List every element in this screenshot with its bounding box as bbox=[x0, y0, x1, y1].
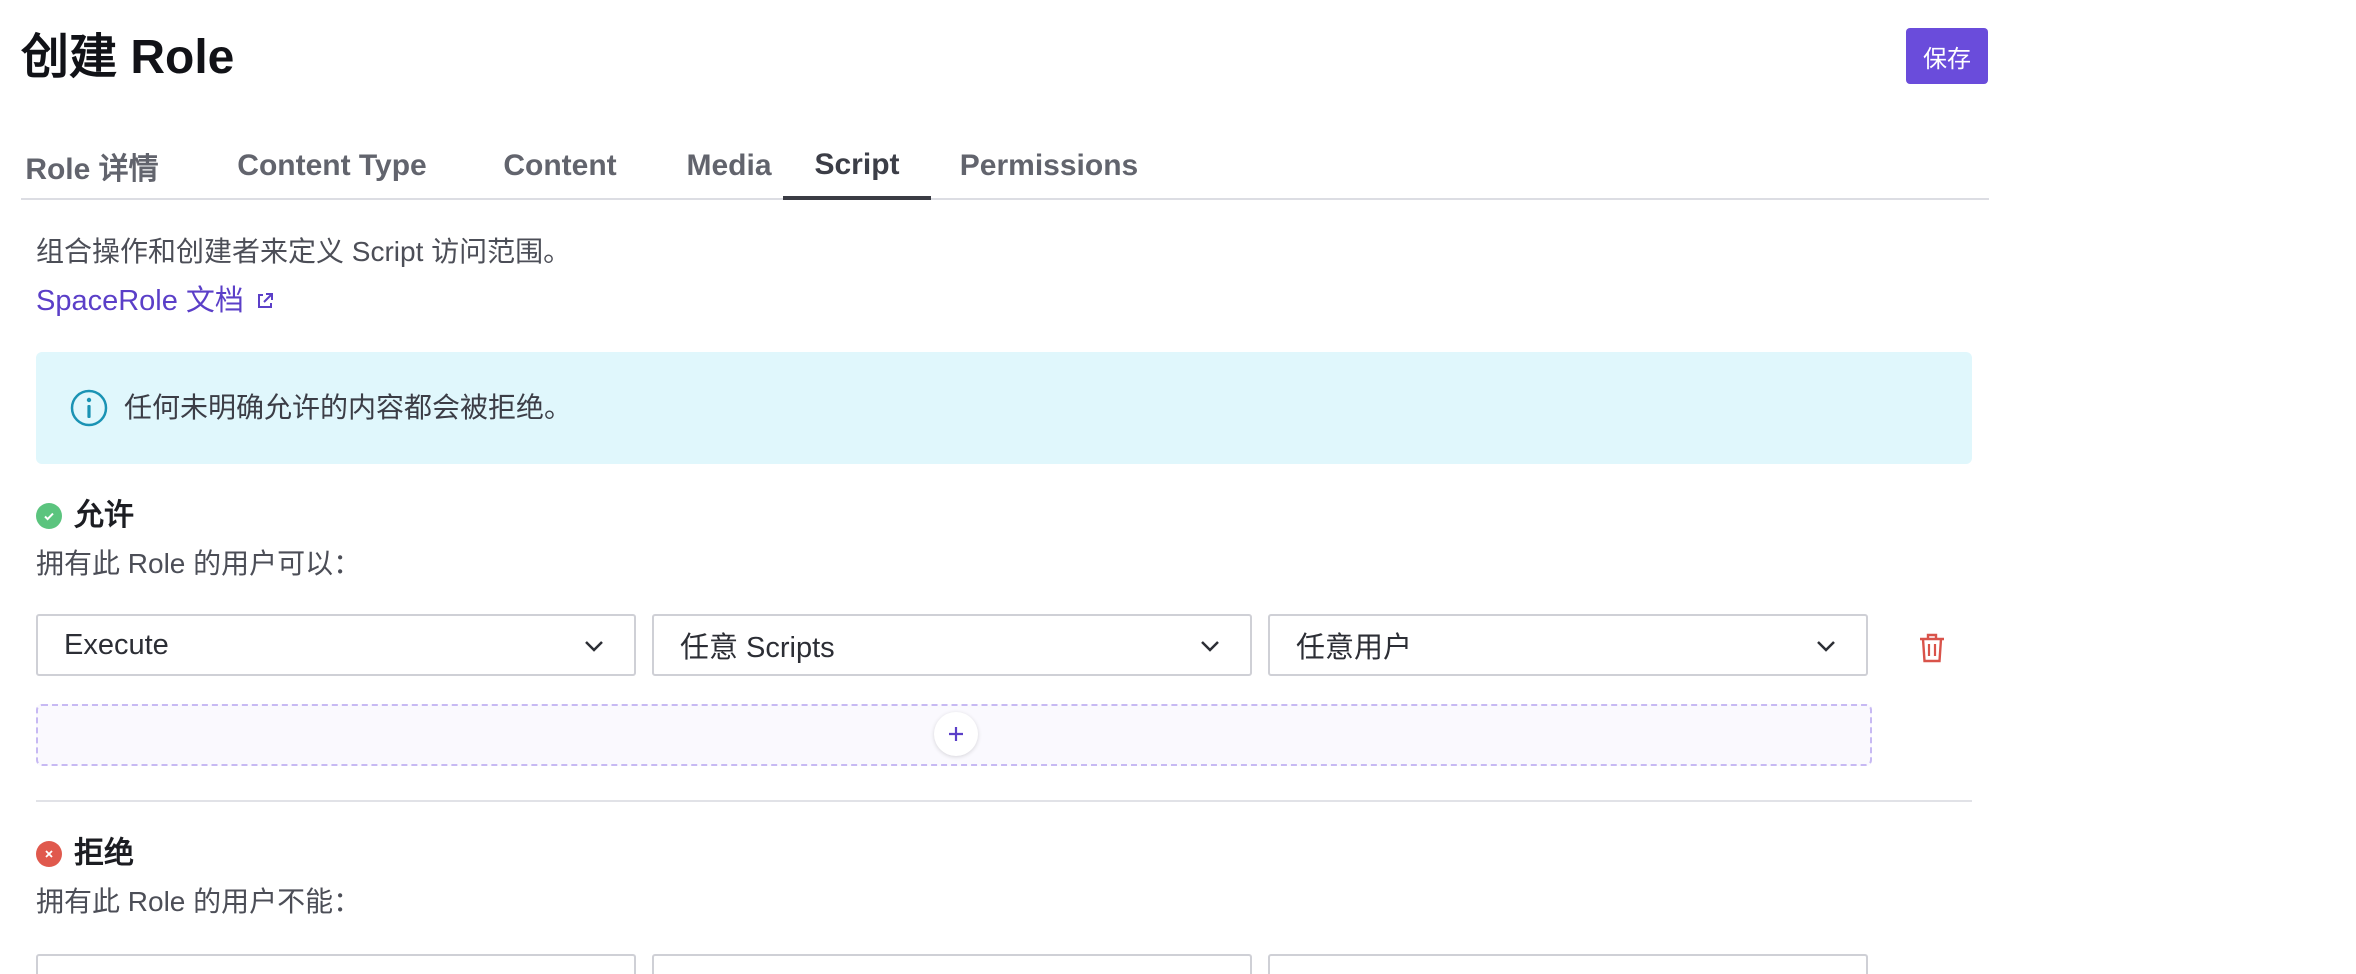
allow-title: 允许 bbox=[74, 499, 134, 532]
tab-role-details[interactable]: Role 详情 bbox=[21, 134, 163, 198]
x-circle-icon bbox=[36, 841, 62, 867]
deny-subtitle: 拥有此 Role 的用户不能： bbox=[36, 886, 362, 917]
chevron-down-icon bbox=[585, 641, 603, 652]
page-title: 创建 Role bbox=[21, 31, 235, 84]
script-access-description: 组合操作和创建者来定义 Script 访问范围。 bbox=[36, 236, 572, 267]
add-rule-button[interactable] bbox=[36, 704, 1872, 766]
allow-subtitle: 拥有此 Role 的用户可以： bbox=[36, 548, 362, 579]
creator-select[interactable]: 任意用户 bbox=[1268, 614, 1868, 676]
trash-icon bbox=[1920, 633, 1944, 663]
deny-creator-select[interactable] bbox=[1268, 954, 1868, 974]
deny-action-select[interactable] bbox=[36, 954, 636, 974]
tab-bar: Role 详情 Content Type Content Media Scrip… bbox=[21, 134, 1989, 200]
deny-scope-select[interactable] bbox=[652, 954, 1252, 974]
tab-script[interactable]: Script bbox=[783, 134, 931, 200]
check-circle-icon bbox=[36, 503, 62, 529]
scope-select[interactable]: 任意 Scripts bbox=[652, 614, 1252, 676]
deny-title: 拒绝 bbox=[74, 837, 134, 870]
action-select[interactable]: Execute bbox=[36, 614, 636, 676]
tab-content[interactable]: Content bbox=[485, 134, 635, 198]
creator-select-value: 任意用户 bbox=[1296, 632, 1413, 664]
save-button[interactable]: 保存 bbox=[1906, 28, 1988, 84]
chevron-down-icon bbox=[1817, 641, 1835, 652]
tab-media[interactable]: Media bbox=[665, 134, 793, 198]
docs-link-label: SpaceRole 文档 bbox=[36, 285, 244, 317]
spacerole-docs-link[interactable]: SpaceRole 文档 bbox=[36, 280, 274, 322]
action-select-value: Execute bbox=[64, 628, 169, 661]
info-text: 任何未明确允许的内容都会被拒绝。 bbox=[124, 392, 573, 423]
section-divider bbox=[36, 800, 1972, 802]
tab-content-type[interactable]: Content Type bbox=[217, 134, 447, 198]
info-callout: 任何未明确允许的内容都会被拒绝。 bbox=[36, 352, 1972, 464]
chevron-down-icon bbox=[1201, 641, 1219, 652]
scope-select-value: 任意 Scripts bbox=[680, 632, 835, 664]
info-icon bbox=[70, 389, 108, 427]
delete-rule-button[interactable] bbox=[1912, 628, 1952, 668]
external-link-icon bbox=[257, 293, 273, 308]
deny-section-title: 拒绝 bbox=[36, 832, 134, 876]
tab-permissions[interactable]: Permissions bbox=[949, 134, 1149, 198]
allow-section-title: 允许 bbox=[36, 494, 134, 538]
plus-icon bbox=[934, 712, 978, 756]
